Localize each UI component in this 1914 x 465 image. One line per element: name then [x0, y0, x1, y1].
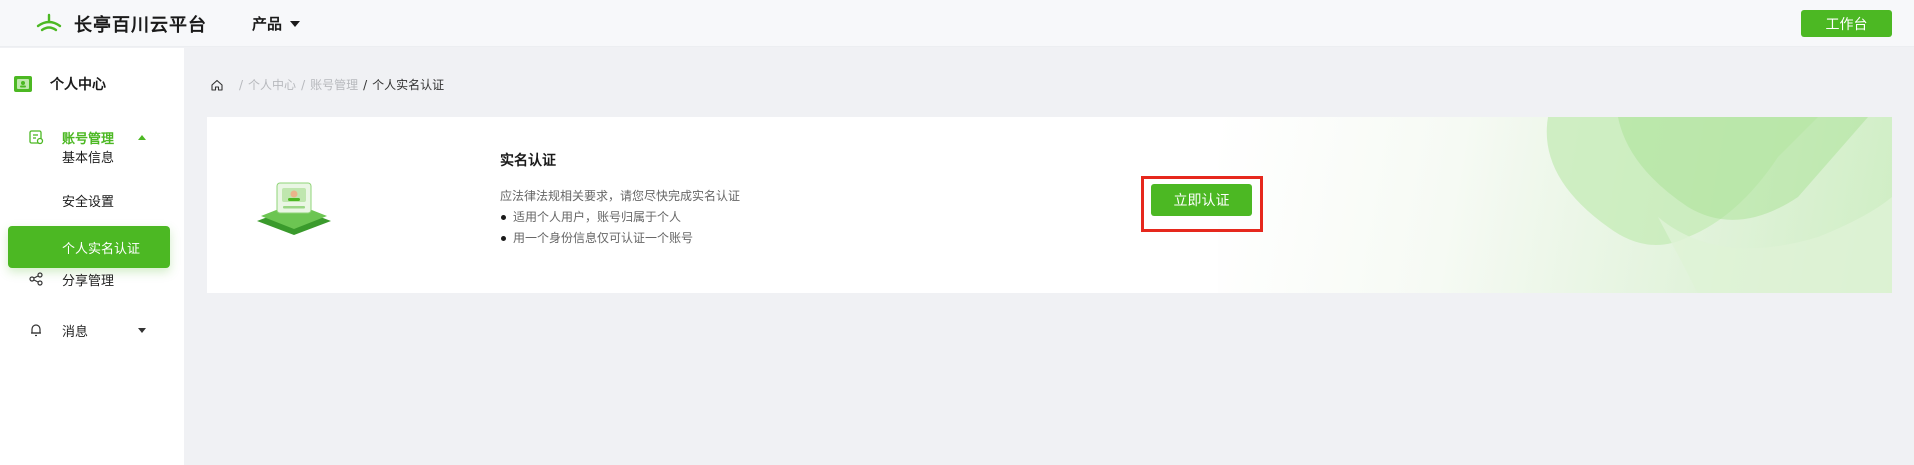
sidebar-group-share-label: 分享管理: [62, 273, 115, 289]
breadcrumb-item[interactable]: 个人中心: [248, 76, 296, 93]
breadcrumb-separator: /: [301, 77, 306, 92]
card-description: 应法律法规相关要求，请您尽快完成实名认证: [500, 189, 741, 203]
card-title: 实名认证: [500, 153, 556, 169]
verification-illustration-icon: [257, 182, 331, 235]
logo-icon: [36, 13, 62, 32]
sidebar-item-security[interactable]: 安全设置: [62, 191, 114, 210]
sidebar-item-basic-info[interactable]: 基本信息: [62, 147, 114, 166]
breadcrumb-separator: /: [363, 77, 368, 92]
share-icon: [29, 272, 43, 286]
brand-name[interactable]: 长亭百川云平台: [74, 11, 207, 37]
decorative-shape: [1546, 117, 1892, 293]
verify-now-button[interactable]: 立即认证: [1151, 184, 1252, 216]
sidebar-group-messages[interactable]: 消息: [0, 313, 184, 347]
home-icon[interactable]: [210, 78, 224, 92]
breadcrumb: / 个人中心 / 账号管理 / 个人实名认证: [210, 76, 444, 93]
workbench-button[interactable]: 工作台: [1801, 10, 1892, 37]
bell-icon: [31, 324, 41, 337]
expand-arrow-icon: [138, 327, 146, 333]
requirements-list: 适用个人用户，账号归属于个人 用一个身份信息仅可认证一个账号: [500, 207, 693, 249]
sidebar-group-messages-label: 消息: [62, 324, 89, 340]
decorative-background: [1218, 117, 1892, 293]
list-item: 用一个身份信息仅可认证一个账号: [500, 228, 693, 249]
account-icon: [29, 130, 44, 145]
verification-card: 实名认证 应法律法规相关要求，请您尽快完成实名认证 适用个人用户，账号归属于个人…: [207, 117, 1892, 293]
sidebar-group-account-label: 账号管理: [62, 131, 115, 147]
product-menu[interactable]: 产品: [252, 13, 301, 34]
list-item: 适用个人用户，账号归属于个人: [500, 207, 693, 228]
sidebar-header: 个人中心: [12, 72, 106, 96]
breadcrumb-item[interactable]: 账号管理: [310, 76, 358, 93]
caret-down-icon: [290, 20, 301, 27]
personal-center-icon: [14, 76, 32, 92]
collapse-arrow-icon: [138, 134, 146, 140]
sidebar-header-title: 个人中心: [50, 77, 106, 93]
breadcrumb-separator: /: [239, 77, 244, 92]
sidebar: 个人中心 账号管理 基本信息 安全设置 个人实名认证 分享管理 消息: [0, 48, 184, 465]
sidebar-group-share[interactable]: 分享管理: [0, 262, 184, 296]
top-navigation-bar: 长亭百川云平台 产品 工作台: [0, 0, 1914, 47]
breadcrumb-current: 个人实名认证: [372, 78, 445, 92]
product-menu-label: 产品: [252, 15, 283, 33]
